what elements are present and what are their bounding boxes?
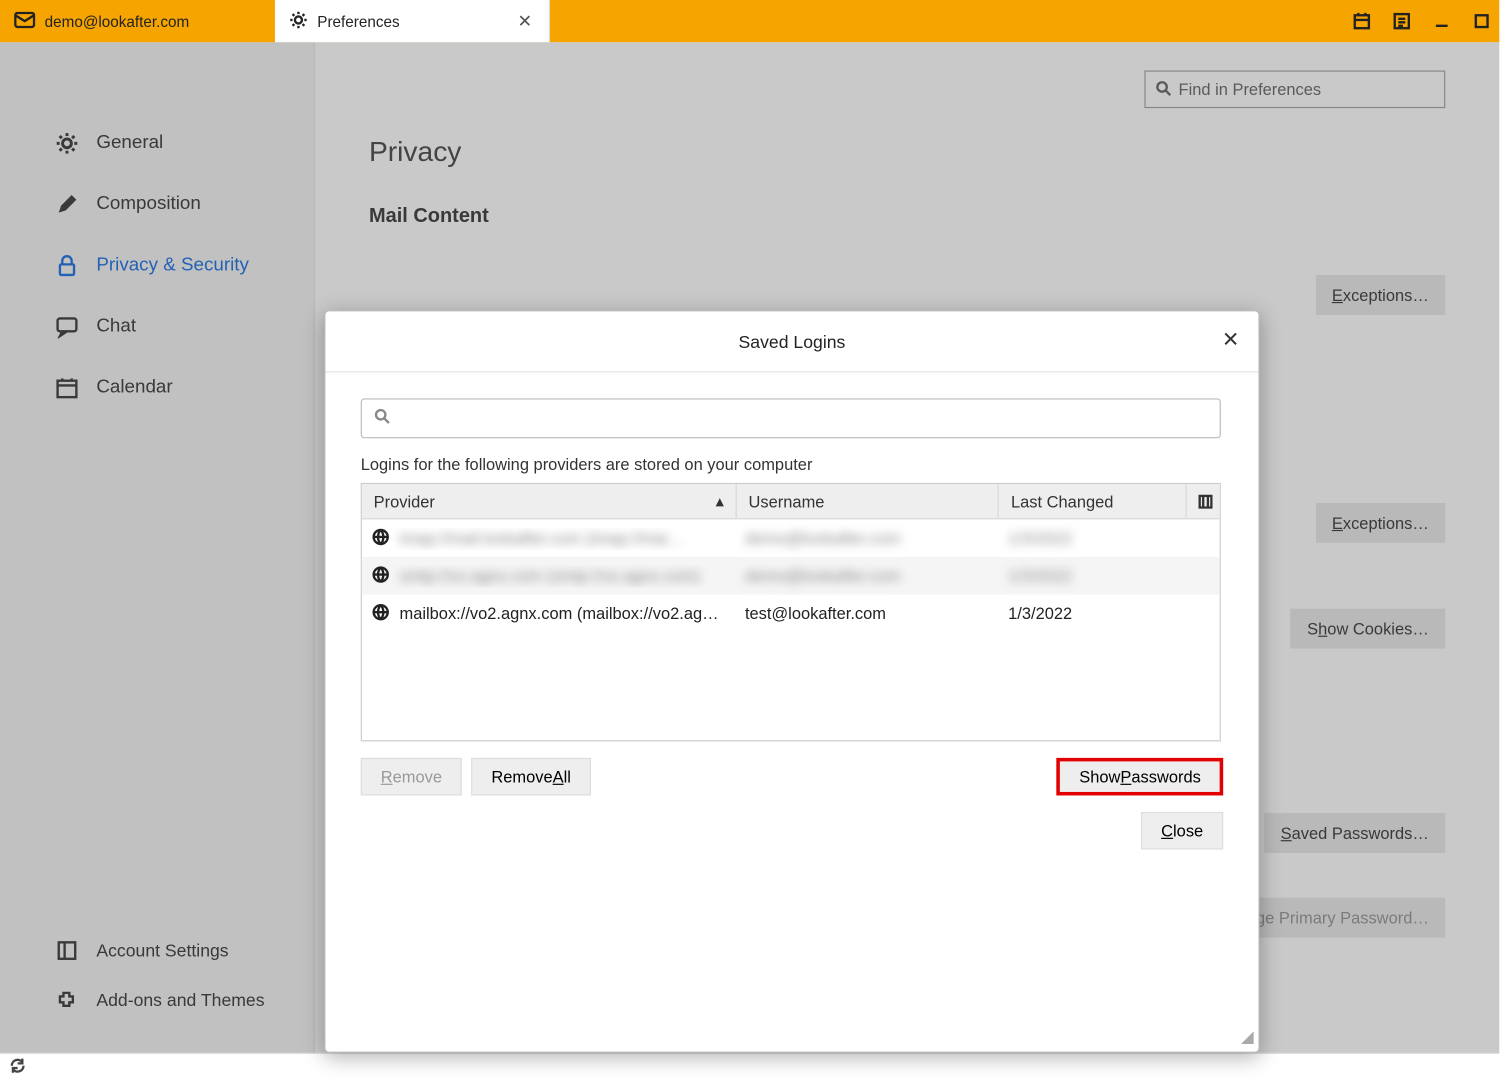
dialog-close-button[interactable]: Close — [1141, 812, 1223, 850]
window-controls — [1351, 0, 1499, 42]
tab-mail-account[interactable]: demo@lookafter.com — [0, 0, 275, 42]
sort-asc-icon: ▴ — [716, 491, 724, 511]
table-row[interactable]: mailbox://vo2.agnx.com (mailbox://vo2.ag… — [362, 595, 1220, 633]
tab-close-icon[interactable]: ✕ — [513, 11, 537, 32]
col-last-changed[interactable]: Last Changed — [999, 484, 1186, 518]
globe-icon — [371, 602, 390, 624]
col-provider[interactable]: Provider ▴ — [362, 484, 737, 518]
globe-icon — [371, 527, 390, 549]
globe-icon — [371, 565, 390, 587]
table-header: Provider ▴ Username Last Changed — [362, 484, 1220, 519]
tab-prefs-label: Preferences — [317, 12, 503, 30]
sync-icon — [9, 1058, 25, 1078]
show-passwords-button[interactable]: Show Passwords — [1057, 758, 1223, 796]
titlebar: demo@lookafter.com Preferences ✕ — [0, 0, 1499, 42]
dialog-title: Saved Logins — [354, 333, 1231, 353]
tab-preferences[interactable]: Preferences ✕ — [275, 0, 550, 42]
logins-table: Provider ▴ Username Last Changed imap://… — [361, 483, 1221, 742]
gear-icon — [289, 10, 308, 32]
status-bar — [0, 1053, 1499, 1081]
search-icon — [374, 407, 390, 429]
tab-mail-label: demo@lookafter.com — [45, 12, 264, 30]
col-username[interactable]: Username — [737, 484, 999, 518]
table-row[interactable]: imap://mail.lookafter.com (imap://mai… d… — [362, 519, 1220, 557]
modal-overlay: Saved Logins ✕ Logins for the following … — [0, 42, 1499, 1052]
dialog-search-input[interactable] — [361, 398, 1221, 438]
tasks-icon[interactable] — [1391, 11, 1412, 32]
mail-icon — [14, 11, 35, 31]
saved-logins-dialog: Saved Logins ✕ Logins for the following … — [324, 310, 1259, 1053]
table-row[interactable]: smtp://vo.agnx.com (smtp://vo.agnx.com) … — [362, 557, 1220, 595]
dialog-description: Logins for the following providers are s… — [361, 455, 1231, 474]
resize-grip-icon[interactable]: ◢ — [1241, 1027, 1254, 1047]
window-minimize-icon[interactable] — [1431, 11, 1452, 32]
column-picker-icon[interactable] — [1187, 484, 1220, 518]
dialog-close-icon[interactable]: ✕ — [1222, 328, 1240, 353]
remove-all-button[interactable]: Remove All — [471, 758, 591, 796]
window-maximize-icon[interactable] — [1471, 11, 1492, 32]
calendar-compact-icon[interactable] — [1351, 11, 1372, 32]
remove-button[interactable]: Remove — [361, 758, 462, 796]
